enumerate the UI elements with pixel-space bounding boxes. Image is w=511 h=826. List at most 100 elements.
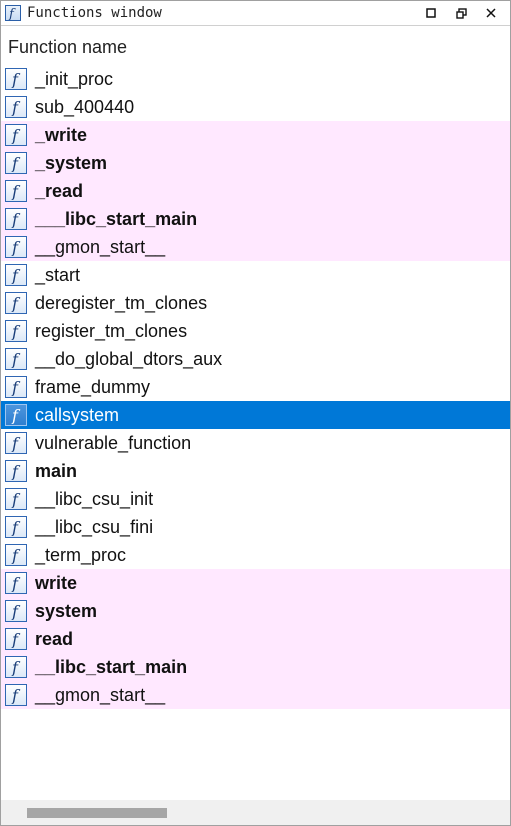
function-name: vulnerable_function (35, 432, 192, 453)
function-row[interactable]: f system (1, 597, 510, 625)
function-name: __libc_csu_init (35, 488, 154, 509)
function-icon: f (5, 236, 27, 258)
function-name: read (35, 628, 74, 649)
close-icon (486, 8, 496, 18)
function-name: __gmon_start__ (35, 236, 166, 257)
function-row[interactable]: f main (1, 457, 510, 485)
function-icon: f (5, 488, 27, 510)
function-name: _read (35, 180, 84, 201)
svg-text:f: f (11, 182, 21, 200)
function-row[interactable]: f callsystem (1, 401, 510, 429)
function-icon: f (5, 544, 27, 566)
function-icon: f (5, 152, 27, 174)
svg-text:f: f (11, 350, 21, 368)
horizontal-scrollbar[interactable] (1, 800, 510, 825)
function-name: main (35, 460, 78, 481)
function-name: system (35, 600, 98, 621)
function-name: deregister_tm_clones (35, 292, 208, 313)
function-row[interactable]: f __libc_start_main (1, 653, 510, 681)
function-name: _system (35, 152, 108, 173)
function-name: register_tm_clones (35, 320, 188, 341)
window-title: Functions window (27, 5, 162, 21)
column-header[interactable]: Function name (1, 26, 510, 64)
function-row[interactable]: f sub_400440 (1, 93, 510, 121)
function-row[interactable]: f __gmon_start__ (1, 681, 510, 709)
function-row[interactable]: f __libc_csu_init (1, 485, 510, 513)
function-icon: f (5, 376, 27, 398)
svg-text:f: f (11, 70, 21, 88)
function-name: ___libc_start_main (35, 208, 198, 229)
function-icon: f (5, 264, 27, 286)
svg-text:f: f (11, 294, 21, 312)
function-name: callsystem (35, 404, 120, 425)
svg-text:f: f (11, 574, 21, 592)
function-name: _start (35, 264, 81, 285)
function-icon: f (5, 600, 27, 622)
function-row[interactable]: f _start (1, 261, 510, 289)
svg-text:f: f (11, 322, 21, 340)
svg-text:f: f (11, 210, 21, 228)
function-row[interactable]: f vulnerable_function (1, 429, 510, 457)
function-row[interactable]: f __libc_csu_fini (1, 513, 510, 541)
function-name: sub_400440 (35, 96, 135, 117)
restore-button[interactable] (450, 2, 472, 24)
function-icon: f (5, 684, 27, 706)
function-row[interactable]: f register_tm_clones (1, 317, 510, 345)
function-icon: f (5, 460, 27, 482)
svg-text:f: f (11, 686, 21, 704)
function-icon: f (5, 516, 27, 538)
svg-text:f: f (11, 98, 21, 116)
function-row[interactable]: f deregister_tm_clones (1, 289, 510, 317)
maximize-button[interactable] (420, 2, 442, 24)
svg-text:f: f (11, 518, 21, 536)
function-name: __libc_start_main (35, 656, 188, 677)
svg-text:f: f (11, 490, 21, 508)
function-icon: f (5, 5, 21, 21)
title-bar[interactable]: f Functions window (1, 1, 510, 26)
function-name: frame_dummy (35, 376, 151, 397)
svg-text:f: f (11, 154, 21, 172)
function-icon: f (5, 628, 27, 650)
function-icon: f (5, 432, 27, 454)
svg-text:f: f (11, 602, 21, 620)
function-icon: f (5, 348, 27, 370)
svg-text:f: f (11, 546, 21, 564)
function-icon: f (5, 572, 27, 594)
function-name: __libc_csu_fini (35, 516, 154, 537)
function-icon: f (5, 68, 27, 90)
function-icon: f (5, 124, 27, 146)
function-icon: f (5, 292, 27, 314)
function-row[interactable]: f _init_proc (1, 65, 510, 93)
function-row[interactable]: f __gmon_start__ (1, 233, 510, 261)
function-name: _init_proc (35, 68, 114, 89)
function-row[interactable]: f frame_dummy (1, 373, 510, 401)
function-icon: f (5, 404, 27, 426)
function-row[interactable]: f _term_proc (1, 541, 510, 569)
maximize-icon (426, 8, 436, 18)
function-name: __do_global_dtors_aux (35, 348, 223, 369)
svg-text:f: f (8, 7, 16, 20)
function-icon: f (5, 320, 27, 342)
function-name: __gmon_start__ (35, 684, 166, 705)
function-name: _write (35, 124, 88, 145)
close-button[interactable] (480, 2, 502, 24)
restore-icon (455, 7, 467, 19)
svg-text:f: f (11, 266, 21, 284)
function-row[interactable]: f ___libc_start_main (1, 205, 510, 233)
function-row[interactable]: f __do_global_dtors_aux (1, 345, 510, 373)
svg-text:f: f (11, 406, 21, 424)
function-row[interactable]: f write (1, 569, 510, 597)
function-icon: f (5, 656, 27, 678)
svg-text:f: f (11, 462, 21, 480)
function-row[interactable]: f read (1, 625, 510, 653)
scrollbar-thumb[interactable] (27, 808, 167, 818)
function-row[interactable]: f _system (1, 149, 510, 177)
svg-text:f: f (11, 658, 21, 676)
function-name: _term_proc (35, 544, 127, 565)
svg-text:f: f (11, 630, 21, 648)
function-name-column-label: Function name (8, 37, 128, 57)
function-row[interactable]: f _write (1, 121, 510, 149)
function-row[interactable]: f _read (1, 177, 510, 205)
svg-text:f: f (11, 434, 21, 452)
function-icon: f (5, 180, 27, 202)
